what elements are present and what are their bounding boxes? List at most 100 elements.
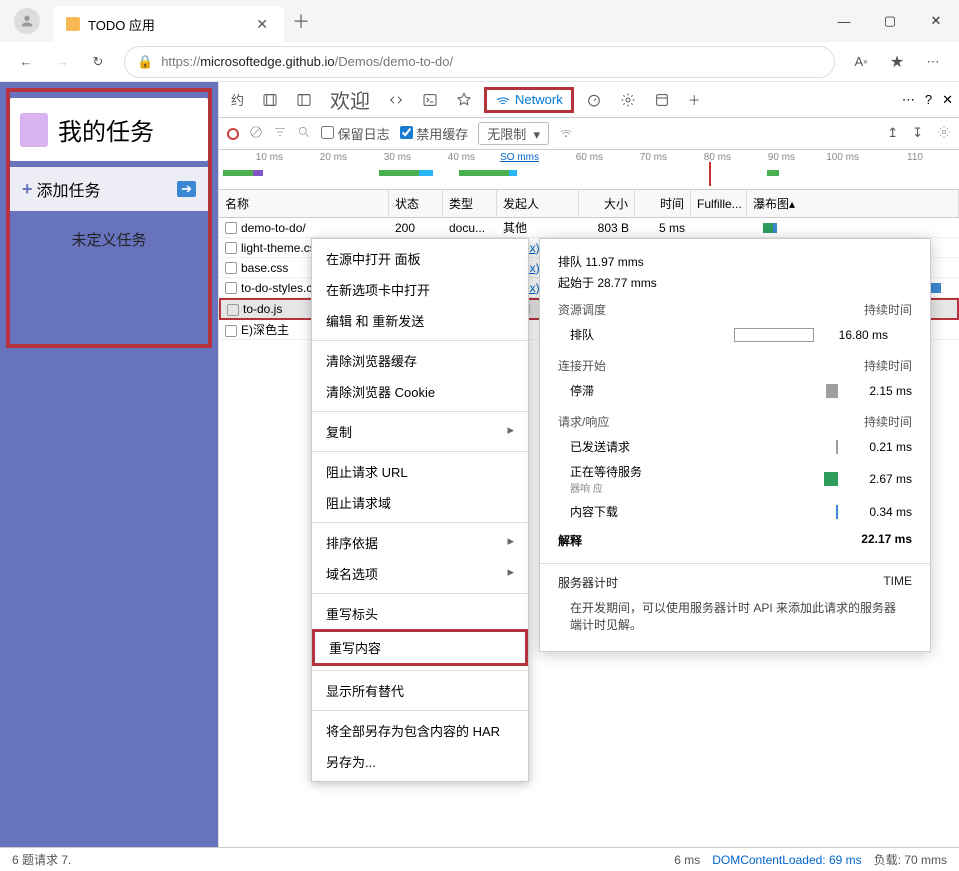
undefined-task: 未定义任务 <box>10 217 208 262</box>
col-type[interactable]: 类型 <box>443 190 497 217</box>
context-menu-item[interactable]: 阻止请求域 <box>312 487 528 518</box>
network-timeline[interactable]: 10 ms20 ms30 ms40 msSO mms60 ms70 ms80 m… <box>219 150 959 190</box>
clear-button[interactable] <box>249 125 263 142</box>
devtools-panel: 约 欢迎 Network ＋ ⋯ ? ✕ 保留日志 禁用缓 <box>218 82 959 847</box>
tab-inspect[interactable]: 约 <box>225 86 250 113</box>
url-input[interactable]: 🔒 https://microsoftedge.github.io/Demos/… <box>124 46 835 78</box>
lock-icon: 🔒 <box>137 54 153 70</box>
context-menu: 在源中打开 面板在新选项卡中打开编辑 和 重新发送清除浏览器缓存清除浏览器 Co… <box>311 238 529 782</box>
devtools-close-icon[interactable]: ✕ <box>942 92 953 108</box>
col-size[interactable]: 大小 <box>579 190 635 217</box>
back-button[interactable]: ← <box>8 44 44 80</box>
url-path: /Demos/demo-to-do/ <box>335 54 454 69</box>
context-menu-item[interactable]: 在源中打开 面板 <box>312 243 528 274</box>
forward-button: → <box>44 44 80 80</box>
tab-network-label: Network <box>515 92 563 107</box>
status-finish: 6 ms <box>674 853 700 867</box>
context-menu-item[interactable]: 重写标头 <box>312 598 528 629</box>
filter-icon[interactable] <box>273 125 287 142</box>
context-menu-item[interactable]: 在新选项卡中打开 <box>312 274 528 305</box>
col-fulfilled[interactable]: Fulfille... <box>691 190 747 217</box>
tab-sources-icon[interactable] <box>450 88 478 112</box>
status-dcl: DOMContentLoaded: 69 ms <box>712 853 861 867</box>
panel-icon[interactable] <box>290 88 318 112</box>
upload-icon[interactable]: ↥ <box>887 125 898 142</box>
tab-memory-icon[interactable] <box>614 88 642 112</box>
refresh-button[interactable]: ↻ <box>80 44 116 80</box>
col-time[interactable]: 时间 <box>635 190 691 217</box>
url-host: microsoftedge.github.io <box>200 54 334 69</box>
network-grid-body: demo-to-do/200docu...其他803 B5 mslight-th… <box>219 218 959 847</box>
minimize-button[interactable]: — <box>821 0 867 42</box>
col-initiator[interactable]: 发起人 <box>497 190 579 217</box>
search-icon[interactable] <box>297 125 311 142</box>
timing-tooltip: 排队 11.97 mms 起始于 28.77 mms 资源调度持续时间 排队16… <box>539 238 931 652</box>
add-task-label: 添加任务 <box>37 177 101 201</box>
devtools-help-icon[interactable]: ? <box>925 92 932 108</box>
context-menu-item[interactable]: 另存为... <box>312 746 528 777</box>
context-menu-item[interactable]: 重写内容 <box>312 629 528 666</box>
table-row[interactable]: demo-to-do/200docu...其他803 B5 ms <box>219 218 959 238</box>
col-name[interactable]: 名称 <box>219 190 389 217</box>
network-conditions-icon[interactable] <box>559 125 573 142</box>
record-button[interactable] <box>227 128 239 140</box>
context-menu-item[interactable]: 清除浏览器缓存 <box>312 345 528 376</box>
timing-started: 起始于 28.77 mms <box>558 274 912 291</box>
todo-app: 我的任务 + 添加任务 ➔ 未定义任务 <box>0 82 218 847</box>
context-menu-item[interactable]: 阻止请求 URL <box>312 456 528 487</box>
tab-favicon <box>66 17 80 31</box>
preserve-log-checkbox[interactable]: 保留日志 <box>321 124 390 143</box>
throttle-select[interactable]: 无限制 ▾ <box>478 122 549 145</box>
status-load: 负载: 70 mms <box>874 851 947 868</box>
browser-tab[interactable]: TODO 应用 ✕ <box>54 6 284 42</box>
new-tab-button[interactable]: ＋ <box>292 8 310 34</box>
col-waterfall[interactable]: 瀑布图▴ <box>747 190 959 217</box>
clipboard-icon <box>20 113 48 147</box>
download-icon[interactable]: ↧ <box>912 125 923 142</box>
context-menu-item[interactable]: 显示所有替代 <box>312 675 528 706</box>
tab-elements-icon[interactable] <box>382 88 410 112</box>
app-title: 我的任务 <box>58 112 154 147</box>
favorite-button[interactable]: ★ <box>879 44 915 80</box>
window-controls: — ▢ ✕ <box>821 0 959 42</box>
plus-icon: + <box>22 179 33 200</box>
app-header: 我的任务 <box>10 98 208 161</box>
disable-cache-label: 禁用缓存 <box>416 127 468 142</box>
add-task-input[interactable]: + 添加任务 ➔ <box>10 167 208 211</box>
context-menu-item[interactable]: 复制 <box>312 416 528 447</box>
tab-welcome[interactable]: 欢迎 <box>324 81 376 118</box>
url-scheme: https:// <box>161 54 200 69</box>
context-menu-item[interactable]: 将全部另存为包含内容的 HAR <box>312 715 528 746</box>
context-menu-item[interactable]: 编辑 和 重新发送 <box>312 305 528 336</box>
preserve-log-label: 保留日志 <box>338 127 390 142</box>
tab-close-icon[interactable]: ✕ <box>252 16 272 33</box>
address-bar: ← → ↻ 🔒 https://microsoftedge.github.io/… <box>0 42 959 82</box>
devtools-tab-bar: 约 欢迎 Network ＋ ⋯ ? ✕ <box>219 82 959 118</box>
menu-button[interactable]: ⋯ <box>915 44 951 80</box>
tab-network[interactable]: Network <box>484 87 574 113</box>
titlebar: TODO 应用 ✕ ＋ — ▢ ✕ <box>0 0 959 42</box>
read-aloud-button[interactable]: A» <box>843 44 879 80</box>
status-requests: 6 题请求 7. <box>12 851 71 868</box>
close-button[interactable]: ✕ <box>913 0 959 42</box>
col-status[interactable]: 状态 <box>389 190 443 217</box>
timing-queued: 排队 11.97 mms <box>558 253 912 270</box>
tab-application-icon[interactable] <box>648 88 676 112</box>
network-status-bar: 6 题请求 7. 6 ms DOMContentLoaded: 69 ms 负载… <box>0 847 959 871</box>
context-menu-item[interactable]: 清除浏览器 Cookie <box>312 376 528 407</box>
tab-console-icon[interactable] <box>416 88 444 112</box>
context-menu-item[interactable]: 排序依据 <box>312 527 528 558</box>
submit-icon[interactable]: ➔ <box>177 181 196 197</box>
tab-add[interactable]: ＋ <box>682 86 707 113</box>
tab-performance-icon[interactable] <box>580 88 608 112</box>
profile-avatar[interactable] <box>14 8 40 34</box>
disable-cache-checkbox[interactable]: 禁用缓存 <box>400 124 469 143</box>
context-menu-item[interactable]: 域名选项 <box>312 558 528 589</box>
network-toolbar: 保留日志 禁用缓存 无限制 ▾ ↥ ↧ <box>219 118 959 150</box>
devtools-more-icon[interactable]: ⋯ <box>902 92 915 108</box>
maximize-button[interactable]: ▢ <box>867 0 913 42</box>
tab-title: TODO 应用 <box>88 15 155 34</box>
network-grid-header: 名称 状态 类型 发起人 大小 时间 Fulfille... 瀑布图▴ <box>219 190 959 218</box>
settings-icon[interactable] <box>937 125 951 142</box>
dock-icon[interactable] <box>256 88 284 112</box>
